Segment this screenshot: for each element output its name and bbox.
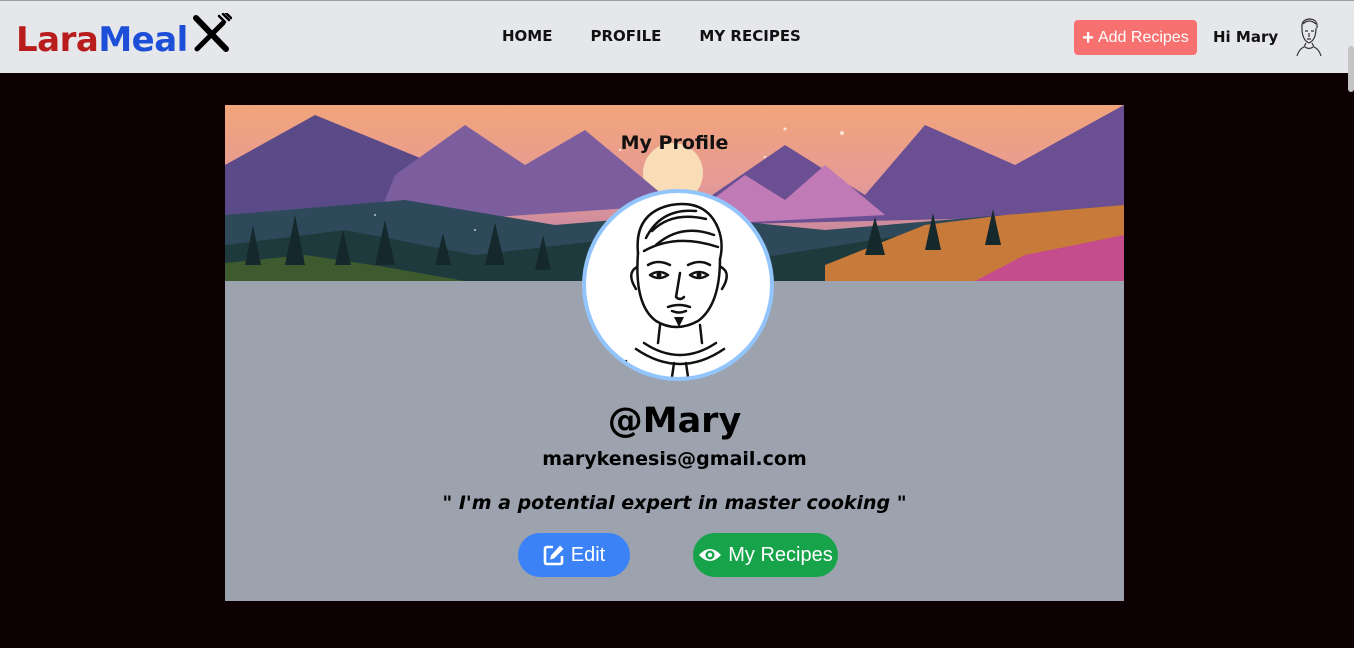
profile-email: marykenesis@gmail.com: [542, 448, 807, 470]
brand-logo[interactable]: Lara Meal: [16, 11, 233, 64]
fork-knife-icon: [190, 11, 233, 64]
edit-label: Edit: [570, 543, 606, 566]
add-recipes-label: Add Recipes: [1097, 28, 1189, 46]
edit-profile-button[interactable]: Edit: [518, 533, 630, 577]
nav-my-recipes[interactable]: MY RECIPES: [699, 27, 800, 45]
my-recipes-button[interactable]: My Recipes: [693, 533, 838, 577]
nav-home[interactable]: HOME: [502, 27, 552, 45]
profile-avatar: [582, 189, 774, 381]
profile-title: My Profile: [620, 132, 729, 154]
profile-bio: " I'm a potential expert in master cooki…: [442, 492, 907, 514]
profile-username: @Mary: [607, 401, 742, 441]
edit-icon: [543, 545, 564, 566]
brand-name-lara: Lara: [16, 19, 99, 60]
brand-name-meal: Meal: [98, 19, 188, 60]
add-recipes-button[interactable]: + Add Recipes: [1074, 20, 1197, 55]
plus-icon: +: [1082, 26, 1094, 49]
scrollbar[interactable]: [1348, 46, 1354, 92]
nav-profile[interactable]: PROFILE: [590, 27, 661, 45]
navbar: Lara Meal HOME PROFILE MY RECIPES + Add …: [0, 0, 1354, 92]
main-nav: HOME PROFILE MY RECIPES: [502, 27, 839, 45]
profile-card: My Profile @Mary marykenesis@gmail.com "…: [225, 105, 1124, 601]
user-avatar-icon[interactable]: [1293, 16, 1325, 58]
eye-icon: [699, 549, 722, 561]
my-recipes-label: My Recipes: [728, 543, 833, 566]
user-greeting: Hi Mary: [1213, 28, 1279, 46]
